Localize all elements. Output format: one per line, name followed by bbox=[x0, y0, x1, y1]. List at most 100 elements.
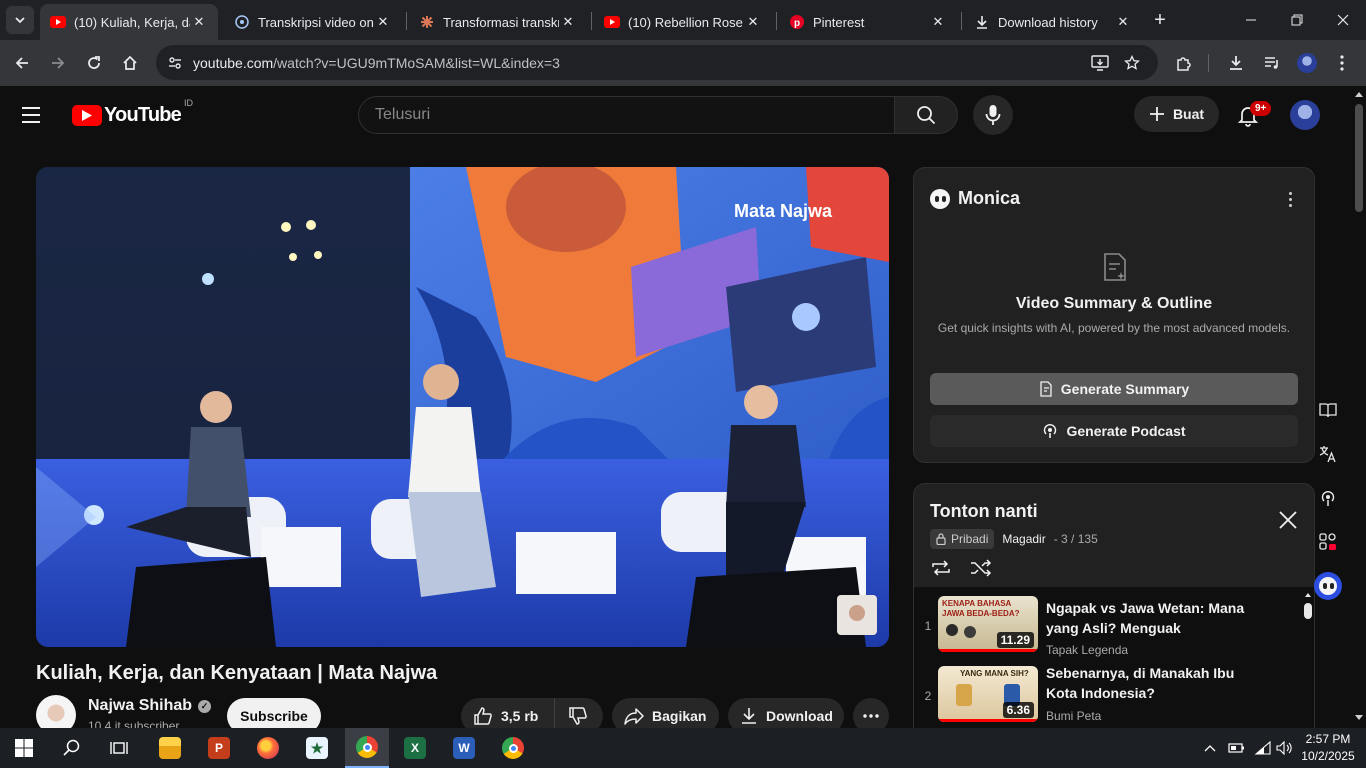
page-scroll-thumb[interactable] bbox=[1355, 104, 1363, 212]
video-thumbnail[interactable]: YANG MANA SIH? 6.36 bbox=[938, 666, 1038, 722]
playlist-owner[interactable]: Magadir bbox=[1002, 532, 1045, 546]
playlist-scrollbar[interactable] bbox=[1302, 587, 1314, 732]
tab-close-button[interactable]: ✕ bbox=[559, 14, 577, 30]
tab-download-history[interactable]: Download history ✕ bbox=[964, 4, 1142, 40]
tab-close-button[interactable]: ✕ bbox=[1114, 14, 1132, 30]
video-thumbnail[interactable]: KENAPA BAHASA JAWA BEDA-BEDA? 11.29 bbox=[938, 596, 1038, 652]
tab-close-button[interactable]: ✕ bbox=[929, 14, 947, 30]
star-app-button[interactable]: ★ bbox=[295, 728, 339, 768]
playlist-item[interactable]: 2 YANG MANA SIH? 6.36 Sebenarnya, di Man… bbox=[914, 663, 1302, 732]
tab-close-button[interactable]: ✕ bbox=[190, 14, 208, 30]
channel-name[interactable]: Najwa Shihab ✓ bbox=[88, 697, 212, 715]
tab-separator bbox=[961, 12, 962, 30]
media-control-button[interactable] bbox=[1257, 48, 1287, 78]
task-view-icon bbox=[110, 742, 128, 754]
battery-button[interactable] bbox=[1228, 728, 1246, 768]
address-bar[interactable]: youtube.com/watch?v=UGU9mTMoSAM&list=WL&… bbox=[156, 45, 1158, 80]
tab-close-button[interactable]: ✕ bbox=[744, 14, 762, 30]
summary-document-icon bbox=[1104, 253, 1126, 281]
browser-toolbar: youtube.com/watch?v=UGU9mTMoSAM&list=WL&… bbox=[0, 40, 1366, 86]
create-label: Buat bbox=[1172, 106, 1205, 122]
chrome-menu-button[interactable] bbox=[1327, 48, 1357, 78]
tab-pinterest[interactable]: p Pinterest ✕ bbox=[779, 4, 957, 40]
video-title: Kuliah, Kerja, dan Kenyataan | Mata Najw… bbox=[36, 662, 438, 684]
site-info-icon[interactable] bbox=[160, 55, 190, 71]
wifi-icon bbox=[1254, 741, 1271, 755]
tab-transformasi[interactable]: Transformasi transkrip ✕ bbox=[409, 4, 587, 40]
tab-rebellion-rose[interactable]: (10) Rebellion Rose - ✕ bbox=[594, 4, 772, 40]
privacy-badge: Pribadi bbox=[930, 529, 995, 549]
home-button[interactable] bbox=[115, 48, 145, 78]
playlist-video-channel: Bumi Peta bbox=[1046, 709, 1102, 723]
excel-button[interactable]: X bbox=[393, 728, 437, 768]
video-player[interactable]: Mata Najwa bbox=[36, 167, 889, 647]
chrome-button[interactable] bbox=[345, 728, 389, 768]
guide-menu-button[interactable] bbox=[22, 102, 50, 128]
tab-transkripsi[interactable]: Transkripsi video online ✕ bbox=[224, 4, 402, 40]
file-explorer-button[interactable] bbox=[148, 728, 192, 768]
search-button[interactable] bbox=[894, 96, 958, 134]
firefox-button[interactable] bbox=[246, 728, 290, 768]
account-avatar[interactable] bbox=[1290, 100, 1320, 130]
minimize-icon bbox=[1246, 19, 1256, 21]
youtube-wordmark: YouTube bbox=[104, 103, 182, 126]
profile-button[interactable] bbox=[1292, 48, 1322, 78]
show-hidden-icons-button[interactable] bbox=[1204, 728, 1216, 768]
playlist-position: - 3 / 135 bbox=[1053, 532, 1098, 546]
generate-podcast-label: Generate Podcast bbox=[1066, 423, 1186, 439]
shuffle-button[interactable] bbox=[968, 556, 994, 580]
playlist-title[interactable]: Tonton nanti bbox=[930, 501, 1038, 522]
generate-summary-button[interactable]: Generate Summary bbox=[930, 373, 1298, 405]
loop-button[interactable] bbox=[928, 556, 954, 580]
youtube-logo[interactable]: YouTube ID bbox=[72, 98, 193, 126]
taskbar-search-button[interactable] bbox=[50, 728, 94, 768]
install-app-icon[interactable] bbox=[1088, 51, 1112, 75]
start-button[interactable] bbox=[2, 728, 46, 768]
extensions-button[interactable] bbox=[1168, 48, 1198, 78]
chrome-profile-button[interactable] bbox=[491, 728, 535, 768]
page-scrollbar[interactable] bbox=[1352, 86, 1366, 728]
arrow-left-icon bbox=[15, 57, 28, 69]
search-input[interactable] bbox=[375, 106, 894, 124]
podcast-side-button[interactable] bbox=[1314, 484, 1342, 512]
thumbnail-figure bbox=[946, 624, 958, 636]
chevron-down-icon bbox=[15, 17, 25, 24]
volume-button[interactable] bbox=[1276, 728, 1294, 768]
minimize-button[interactable] bbox=[1228, 0, 1274, 40]
new-tab-button[interactable]: + bbox=[1140, 0, 1180, 40]
restore-button[interactable] bbox=[1274, 0, 1320, 40]
youtube-play-icon bbox=[72, 104, 102, 126]
reload-icon bbox=[88, 56, 100, 69]
system-clock[interactable]: 2:57 PM 10/2/2025 bbox=[1296, 731, 1360, 765]
reader-mode-button[interactable] bbox=[1314, 396, 1342, 424]
playlist-item[interactable]: 1 KENAPA BAHASA JAWA BEDA-BEDA? 11.29 Ng… bbox=[914, 593, 1302, 663]
search-field[interactable] bbox=[358, 96, 895, 134]
back-button[interactable] bbox=[7, 48, 37, 78]
forward-button[interactable] bbox=[43, 48, 73, 78]
powerpoint-button[interactable]: P bbox=[197, 728, 241, 768]
claude-icon bbox=[419, 14, 435, 30]
video-frame bbox=[36, 167, 889, 647]
generate-podcast-button[interactable]: Generate Podcast bbox=[930, 415, 1298, 447]
bookmark-star-icon[interactable] bbox=[1120, 51, 1144, 75]
download-icon bbox=[1230, 56, 1242, 70]
summary-subtitle: Get quick insights with AI, powered by t… bbox=[937, 321, 1291, 335]
task-view-button[interactable] bbox=[97, 728, 141, 768]
powerpoint-icon: P bbox=[208, 737, 230, 759]
close-window-button[interactable] bbox=[1320, 0, 1366, 40]
tab-search-button[interactable] bbox=[6, 6, 34, 34]
word-button[interactable]: W bbox=[442, 728, 486, 768]
downloads-button[interactable] bbox=[1221, 48, 1251, 78]
monica-launcher-button[interactable] bbox=[1314, 572, 1342, 600]
reload-button[interactable] bbox=[79, 48, 109, 78]
close-playlist-icon[interactable] bbox=[1276, 508, 1300, 532]
network-button[interactable] bbox=[1254, 728, 1272, 768]
apps-side-button[interactable] bbox=[1314, 528, 1342, 556]
voice-search-button[interactable] bbox=[973, 95, 1013, 135]
tab-close-button[interactable]: ✕ bbox=[374, 14, 392, 30]
create-button[interactable]: Buat bbox=[1134, 96, 1219, 132]
tab-kuliah-kerja[interactable]: (10) Kuliah, Kerja, dan Kenyataan ✕ bbox=[40, 4, 218, 40]
monica-more-button[interactable] bbox=[1289, 192, 1292, 207]
thumbnail-figure bbox=[964, 626, 976, 638]
translate-button[interactable] bbox=[1314, 440, 1342, 468]
